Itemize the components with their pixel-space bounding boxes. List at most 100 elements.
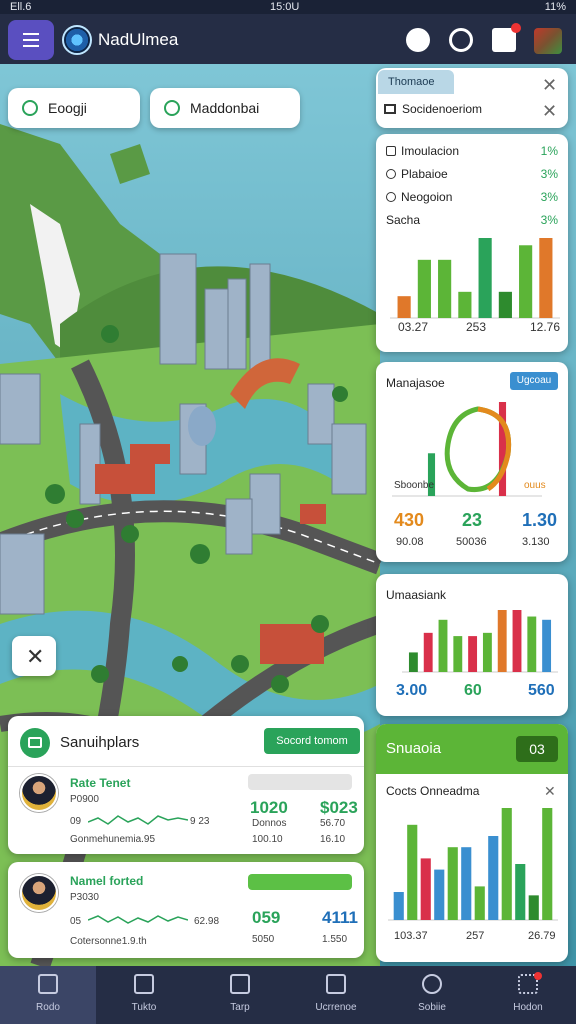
chart-bar (501, 808, 512, 920)
close-map-button[interactable]: ✕ (12, 636, 56, 676)
chart-bar (488, 836, 499, 920)
info-panel: Thomaoe ✕ Socidenoeriom ✕ (376, 68, 568, 128)
sparkline-left: 05 (70, 916, 82, 927)
panel-subtitle: Cocts Onneadma (386, 784, 480, 798)
close-icon: ✕ (26, 644, 45, 669)
sparkline-right: 9 23 (190, 816, 210, 827)
nav-label: Tarp (230, 1002, 250, 1013)
close-icon[interactable]: ✕ (542, 102, 557, 120)
home-icon (38, 974, 58, 994)
checkbox-icon[interactable] (386, 146, 396, 156)
nav-item-map[interactable]: Tarp (192, 966, 288, 1024)
gear-icon[interactable] (449, 28, 473, 52)
nav-label: Sobiie (418, 1002, 446, 1013)
stat-value: 3% (540, 213, 558, 227)
notes-icon[interactable] (492, 23, 521, 52)
map-chip-label: Maddonbai (190, 100, 260, 116)
stat-row: Sacha 3% (386, 213, 558, 227)
nav-item-share[interactable]: Sobiie (384, 966, 480, 1024)
chart-bar (447, 847, 458, 920)
status-left: Ell.6 (10, 1, 32, 13)
stat-row: Imoulacion 1% (386, 144, 558, 158)
app-bar: NadUlmea (0, 14, 576, 64)
chart-bar (498, 291, 512, 318)
sparkline-left: 09 (70, 816, 82, 827)
action-button[interactable]: Socord tomom (264, 728, 360, 754)
document-icon (134, 974, 154, 994)
chart-bar (539, 238, 553, 318)
metric-value: 23 (462, 510, 483, 530)
info-row[interactable]: Socidenoeriom (384, 102, 482, 116)
avatar-icon[interactable] (534, 28, 562, 54)
metric-value: 560 (528, 682, 555, 699)
compass-icon[interactable] (406, 28, 430, 52)
chart-caption: ouus (524, 480, 546, 491)
chart-bar (438, 619, 448, 672)
chart-footer-value: 257 (466, 930, 485, 942)
map-chip-location[interactable]: Eoogji (8, 88, 140, 128)
chart-caption: Sboonbe (394, 480, 435, 491)
metric-value: 1020 (250, 798, 288, 817)
menu-button[interactable] (8, 20, 54, 60)
nav-item-home[interactable]: Rodo (0, 966, 96, 1024)
metric-sub: 90.08 (396, 536, 424, 548)
metric-sub: 100.10 (252, 834, 283, 845)
map-chip-label: Eoogji (48, 100, 87, 116)
tab-info[interactable]: Thomaoe (378, 70, 454, 94)
chart-bar (542, 808, 553, 920)
close-icon[interactable]: ✕ (544, 782, 556, 800)
metric-sub: 1.550 (322, 934, 348, 945)
divider (8, 766, 364, 767)
stat-label: Neogoion (401, 190, 453, 204)
avatar[interactable] (20, 774, 58, 812)
status-bar: Ell.6 15:0U 11% (0, 0, 576, 14)
chart-bar (397, 296, 411, 318)
panel-title: Sanuihplars (60, 734, 140, 751)
info-row-label: Socidenoeriom (402, 102, 483, 116)
search-icon (164, 100, 180, 116)
chart-bar (519, 245, 533, 318)
unemployment-panel: Umaasiank 3.00 60 560 (376, 574, 568, 716)
app-logo-icon (62, 25, 92, 55)
chart-bar (461, 847, 472, 920)
list-item-name[interactable]: Namel forted (70, 874, 143, 888)
chart-bar (482, 632, 492, 672)
nav-item-grid[interactable]: Hodon (480, 966, 576, 1024)
list-item-footer: Cotersonne1.9.th (70, 936, 147, 947)
metric-value: 430 (394, 510, 425, 530)
panel-badge[interactable]: 03 (516, 736, 558, 762)
metric-sub: 5050 (252, 934, 275, 945)
sparkline (88, 915, 188, 924)
chart-bar (528, 895, 539, 920)
metric-value: 3.00 (396, 682, 428, 699)
ring-gauge (444, 406, 512, 493)
notification-dot (533, 972, 542, 980)
list-item-name[interactable]: Rate Tenet (70, 776, 130, 790)
unemployment-chart (402, 610, 558, 673)
bottom-nav: Rodo Tukto Tarp Ucrrenoe Sobiie Hodon (0, 966, 576, 1024)
chart-bar (527, 616, 537, 672)
gear-icon (386, 169, 396, 179)
panel-badge[interactable]: Ugcoau (510, 372, 558, 390)
panel-title: Manajasoe (386, 376, 445, 390)
share-icon (422, 974, 442, 994)
chart-bar (423, 632, 433, 672)
list-item-id: P0900 (70, 794, 99, 805)
metric-value: $023 (320, 798, 358, 817)
panel-title: Snuaoia (386, 740, 442, 757)
nav-label: Tukto (131, 1002, 157, 1013)
chart-bar (474, 886, 485, 920)
stat-row: Plabaioe 3% (386, 167, 558, 181)
map-chip-search[interactable]: Maddonbai (150, 88, 300, 128)
close-icon[interactable]: ✕ (542, 76, 557, 94)
stat-value: 3% (540, 190, 558, 204)
nav-item-document[interactable]: Tukto (96, 966, 192, 1024)
progress-bar (248, 874, 352, 890)
chart-footer-value: 12.76 (530, 320, 561, 334)
nav-label: Ucrrenoe (315, 1002, 357, 1013)
chart-bar (497, 610, 507, 672)
metric-sub: Donnos (252, 818, 287, 829)
nav-item-building[interactable]: Ucrrenoe (288, 966, 384, 1024)
status-battery: 11% (544, 1, 566, 13)
avatar[interactable] (20, 874, 58, 912)
